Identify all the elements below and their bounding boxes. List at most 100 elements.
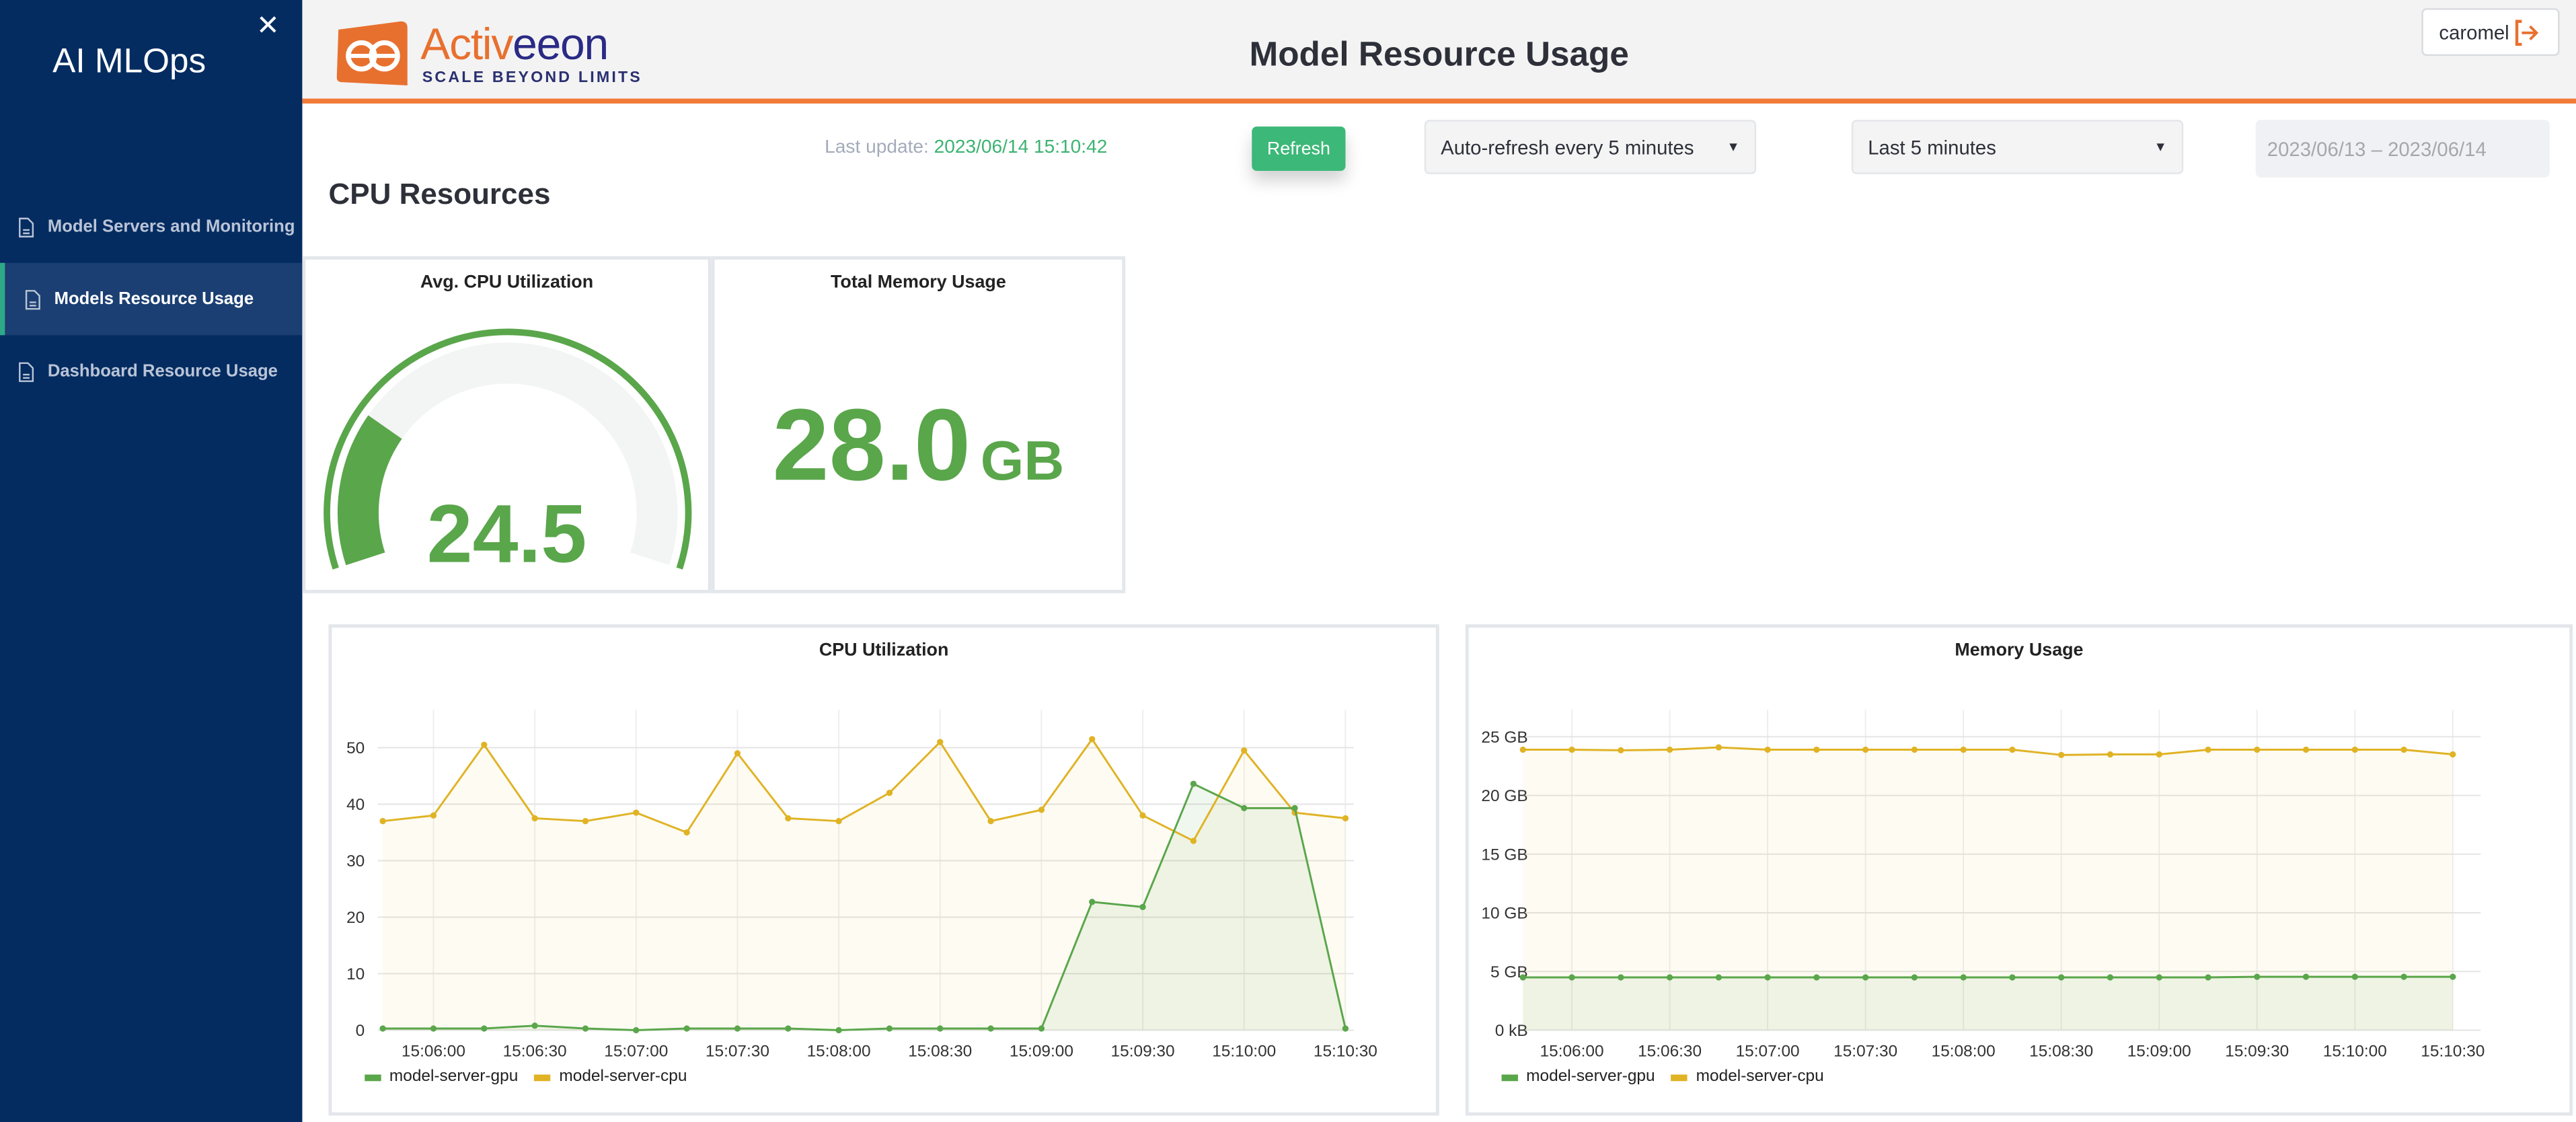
page-title: Model Resource Usage [1249,36,1629,74]
document-icon [25,289,40,309]
x-tick-label: 15:06:00 [1540,1043,1604,1061]
data-point-model-server-cpu [1764,746,1771,753]
data-point-model-server-cpu [379,818,386,825]
app-title: AI MLOps [52,42,206,81]
data-point-model-server-gpu [1342,1025,1349,1032]
auto-refresh-select[interactable]: Auto-refresh every 5 minutes ▼ [1424,120,1757,174]
data-point-model-server-cpu [1190,837,1197,844]
header: Activeeon SCALE BEYOND LIMITS Model Reso… [302,0,2576,104]
legend-item-cpu[interactable]: model-server-cpu [1671,1068,1824,1086]
gauge-value: 24.5 [426,488,587,581]
x-tick-label: 15:10:00 [2323,1043,2387,1061]
data-point-model-server-gpu [1618,974,1624,981]
data-point-model-server-gpu [1291,805,1298,812]
data-point-model-server-cpu [2254,746,2261,753]
data-point-model-server-cpu [430,812,437,819]
last-update: Last update: 2023/06/14 15:10:42 [825,138,1108,158]
data-point-model-server-cpu [2351,746,2358,753]
data-point-model-server-gpu [2400,973,2407,980]
data-point-model-server-cpu [785,815,792,822]
legend: model-server-gpu model-server-cpu [365,1068,704,1086]
data-point-model-server-cpu [1342,815,1349,822]
data-point-model-server-cpu [835,818,842,825]
x-tick-label: 15:08:30 [908,1043,972,1061]
data-point-model-server-cpu [633,809,640,816]
data-point-model-server-cpu [2302,746,2310,753]
refresh-button[interactable]: Refresh [1252,126,1346,172]
x-tick-label: 15:09:00 [2127,1043,2191,1061]
data-point-model-server-gpu [1862,974,1869,981]
legend-item-gpu[interactable]: model-server-gpu [1501,1068,1655,1086]
legend: model-server-gpu model-server-cpu [1501,1068,1841,1086]
data-point-model-server-gpu [1911,974,1918,981]
data-point-model-server-gpu [633,1026,640,1034]
sidebar-item-label: Models Resource Usage [54,289,254,309]
data-point-model-server-cpu [1568,746,1575,753]
x-tick-label: 15:10:00 [1212,1043,1276,1061]
caret-down-icon: ▼ [2154,139,2167,155]
data-point-model-server-gpu [987,1025,994,1032]
data-point-model-server-cpu [1813,746,1820,753]
data-point-model-server-gpu [481,1025,488,1032]
sidebar-item-models-resource-usage[interactable]: Models Resource Usage [0,262,303,336]
x-tick-label: 15:08:00 [1932,1043,1996,1061]
last-update-value: 2023/06/14 15:10:42 [934,138,1108,158]
data-point-model-server-gpu [2156,974,2162,981]
close-icon[interactable]: ✕ [256,10,280,43]
y-tick-label: 20 GB [1481,787,1527,805]
x-tick-label: 15:08:00 [807,1043,871,1061]
data-point-model-server-gpu [2058,974,2065,981]
data-point-model-server-gpu [683,1025,690,1032]
x-tick-label: 15:09:30 [2225,1043,2289,1061]
cpu-utilization-chart: 0 10 20 30 40 50 15:06:00 15:06:30 15:07:00 15:07… [346,710,1377,1061]
total-memory-panel: Total Memory Usage 28.0 GB [711,256,1126,593]
legend-item-cpu[interactable]: model-server-cpu [534,1068,687,1086]
data-point-model-server-gpu [2351,973,2358,980]
user-logout-button[interactable]: caromel [2421,8,2560,57]
cpu-utilization-panel: CPU Utilization 0 10 20 30 40 50 15:06:00 15:06… [328,624,1439,1116]
sidebar-item-model-servers[interactable]: Model Servers and Monitoring [0,190,302,262]
y-tick-label: 20 [346,909,365,927]
data-point-model-server-gpu [1519,974,1526,981]
memory-usage-chart: 0 kB5 GB10 GB15 GB20 GB25 GB15:06:00 15:0… [1481,710,2485,1061]
data-point-model-server-cpu [1139,812,1146,819]
caret-down-icon: ▼ [1727,139,1740,155]
x-tick-label: 15:07:00 [1736,1043,1800,1061]
y-tick-label: 10 GB [1481,905,1527,923]
data-point-model-server-gpu [734,1025,741,1032]
x-tick-label: 15:08:30 [2029,1043,2093,1061]
y-tick-label: 15 GB [1481,846,1527,864]
x-tick-label: 15:09:00 [1010,1043,1073,1061]
data-point-model-server-cpu [1862,746,1869,753]
y-tick-label: 0 [356,1022,365,1040]
y-tick-label: 50 [346,739,365,757]
time-range-select[interactable]: Last 5 minutes ▼ [1851,120,2184,174]
data-point-model-server-gpu [1764,974,1771,981]
data-point-model-server-cpu [2400,746,2407,753]
data-point-model-server-cpu [734,750,741,757]
date-range-input[interactable]: 2023/06/13 – 2023/06/14 [2255,120,2550,178]
data-point-model-server-gpu [2107,974,2114,981]
data-point-model-server-gpu [1715,974,1722,981]
sidebar-item-dashboard-resource-usage[interactable]: Dashboard Resource Usage [0,335,302,407]
data-point-model-server-gpu [582,1025,589,1032]
data-point-model-server-cpu [1618,747,1624,754]
data-point-model-server-gpu [2205,974,2211,981]
sidebar-item-label: Dashboard Resource Usage [47,361,278,381]
data-point-model-server-gpu [1666,974,1673,981]
document-icon [19,361,34,381]
data-point-model-server-gpu [531,1022,538,1029]
memory-usage-panel: Memory Usage 0 kB 5 GB 10 GB 15 GB 20 GB 25 G… [1465,624,2573,1116]
data-point-model-server-cpu [937,739,944,745]
legend-item-gpu[interactable]: model-server-gpu [365,1068,518,1086]
data-point-model-server-cpu [1666,746,1673,753]
data-point-model-server-gpu [785,1025,792,1032]
data-point-model-server-cpu [582,818,589,825]
data-point-model-server-cpu [2156,751,2162,758]
data-point-model-server-cpu [1038,807,1045,813]
data-point-model-server-gpu [886,1025,893,1032]
data-point-model-server-cpu [2009,746,2016,753]
x-tick-label: 15:07:00 [604,1043,668,1061]
total-memory-value: 28.0 GB [772,389,1065,503]
data-point-model-server-gpu [1038,1025,1045,1032]
